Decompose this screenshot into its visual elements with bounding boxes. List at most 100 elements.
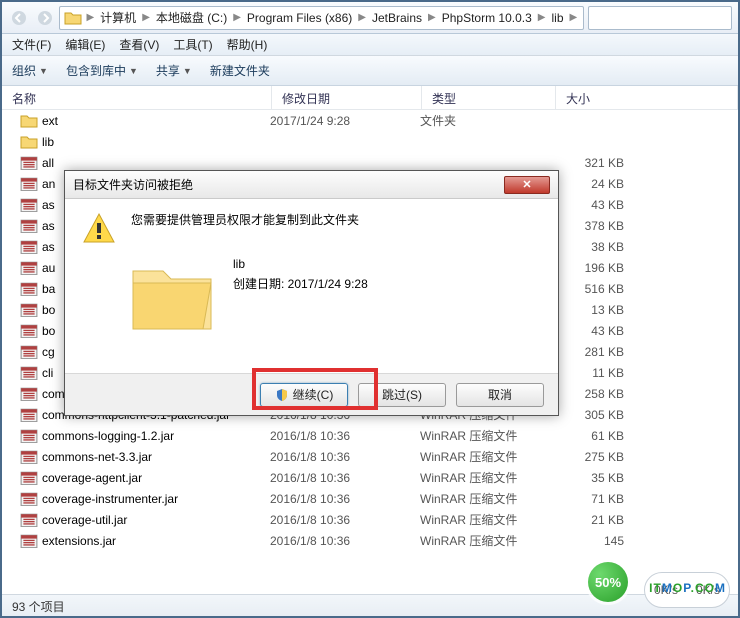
file-size: 21 KB (554, 513, 624, 527)
file-type: WinRAR 压缩文件 (420, 448, 554, 465)
table-row[interactable]: lib (2, 131, 738, 152)
uac-dialog: 目标文件夹访问被拒绝 ✕ 您需要提供管理员权限才能复制到此文件夹 lib 创建日… (64, 170, 559, 416)
archive-icon (20, 323, 38, 339)
archive-icon (20, 302, 38, 318)
menu-tools[interactable]: 工具(T) (173, 36, 212, 53)
cancel-button[interactable]: 取消 (456, 383, 544, 407)
table-row[interactable]: extensions.jar2016/1/8 10:36WinRAR 压缩文件1… (2, 530, 738, 551)
col-date[interactable]: 修改日期 (272, 86, 422, 109)
col-name[interactable]: 名称 (2, 86, 272, 109)
organize-button[interactable]: 组织 ▼ (12, 62, 48, 79)
file-date: 2016/1/8 10:36 (270, 429, 420, 443)
file-name: ext (42, 114, 270, 128)
file-type: WinRAR 压缩文件 (420, 427, 554, 444)
breadcrumb-box[interactable]: ▶计算机 ▶本地磁盘 (C:) ▶Program Files (x86) ▶Je… (59, 6, 584, 30)
archive-icon (20, 239, 38, 255)
continue-button[interactable]: 继续(C) (260, 383, 348, 407)
file-date: 2016/1/8 10:36 (270, 534, 420, 548)
toolbar: 组织 ▼ 包含到库中 ▼ 共享 ▼ 新建文件夹 (2, 56, 738, 86)
menu-help[interactable]: 帮助(H) (227, 36, 268, 53)
file-date: 2016/1/8 10:36 (270, 471, 420, 485)
file-name: commons-net-3.3.jar (42, 450, 270, 464)
dialog-message: 您需要提供管理员权限才能复制到此文件夹 (131, 211, 359, 247)
file-size: 11 KB (554, 366, 624, 380)
archive-icon (20, 407, 38, 423)
file-type: 文件夹 (420, 112, 554, 129)
file-name: coverage-instrumenter.jar (42, 492, 270, 506)
file-size: 43 KB (554, 324, 624, 338)
close-icon[interactable]: ✕ (504, 176, 550, 194)
file-name: commons-logging-1.2.jar (42, 429, 270, 443)
file-date: 2017/1/24 9:28 (270, 114, 420, 128)
archive-icon (20, 386, 38, 402)
col-type[interactable]: 类型 (422, 86, 556, 109)
archive-icon (20, 533, 38, 549)
file-size: 305 KB (554, 408, 624, 422)
dialog-titlebar[interactable]: 目标文件夹访问被拒绝 ✕ (65, 171, 558, 199)
archive-icon (20, 155, 38, 171)
table-row[interactable]: commons-net-3.3.jar2016/1/8 10:36WinRAR … (2, 446, 738, 467)
archive-icon (20, 428, 38, 444)
include-button[interactable]: 包含到库中 ▼ (66, 62, 138, 79)
table-row[interactable]: coverage-agent.jar2016/1/8 10:36WinRAR 压… (2, 467, 738, 488)
nav-forward-button[interactable] (34, 5, 56, 31)
crumb[interactable]: lib (549, 11, 565, 25)
crumb[interactable]: Program Files (x86) (245, 11, 354, 25)
archive-icon (20, 176, 38, 192)
dialog-created: 创建日期: 2017/1/24 9:28 (233, 275, 368, 292)
archive-icon (20, 260, 38, 276)
percent-badge: 50% (588, 562, 628, 602)
file-date: 2016/1/8 10:36 (270, 492, 420, 506)
crumb[interactable]: 计算机 (98, 9, 138, 26)
file-type: WinRAR 压缩文件 (420, 532, 554, 549)
file-name: all (42, 156, 270, 170)
file-size: 275 KB (554, 450, 624, 464)
file-name: coverage-agent.jar (42, 471, 270, 485)
file-name: coverage-util.jar (42, 513, 270, 527)
menu-edit[interactable]: 编辑(E) (65, 36, 105, 53)
file-size: 61 KB (554, 429, 624, 443)
file-size: 258 KB (554, 387, 624, 401)
file-name: lib (42, 135, 270, 149)
archive-icon (20, 365, 38, 381)
menu-bar: 文件(F) 编辑(E) 查看(V) 工具(T) 帮助(H) (2, 34, 738, 56)
file-size: 516 KB (554, 282, 624, 296)
file-type: WinRAR 压缩文件 (420, 490, 554, 507)
status-text: 93 个项目 (12, 600, 65, 614)
archive-icon (20, 470, 38, 486)
col-size[interactable]: 大小 (556, 86, 738, 109)
crumb[interactable]: PhpStorm 10.0.3 (440, 11, 534, 25)
file-name: extensions.jar (42, 534, 270, 548)
file-date: 2016/1/8 10:36 (270, 513, 420, 527)
file-size: 145 (554, 534, 624, 548)
folder-icon (20, 134, 38, 150)
shield-icon (275, 388, 289, 402)
file-size: 196 KB (554, 261, 624, 275)
file-size: 24 KB (554, 177, 624, 191)
folder-icon (64, 10, 82, 26)
table-row[interactable]: commons-logging-1.2.jar2016/1/8 10:36Win… (2, 425, 738, 446)
crumb[interactable]: JetBrains (370, 11, 424, 25)
table-row[interactable]: ext2017/1/24 9:28文件夹 (2, 110, 738, 131)
archive-icon (20, 218, 38, 234)
file-size: 38 KB (554, 240, 624, 254)
file-size: 43 KB (554, 198, 624, 212)
address-bar: ▶计算机 ▶本地磁盘 (C:) ▶Program Files (x86) ▶Je… (2, 2, 738, 34)
table-row[interactable]: coverage-instrumenter.jar2016/1/8 10:36W… (2, 488, 738, 509)
new-folder-button[interactable]: 新建文件夹 (210, 62, 270, 79)
archive-icon (20, 491, 38, 507)
file-date: 2016/1/8 10:36 (270, 450, 420, 464)
archive-icon (20, 449, 38, 465)
skip-button[interactable]: 跳过(S) (358, 383, 446, 407)
search-input[interactable] (588, 6, 732, 30)
table-row[interactable]: coverage-util.jar2016/1/8 10:36WinRAR 压缩… (2, 509, 738, 530)
menu-view[interactable]: 查看(V) (119, 36, 159, 53)
watermark: ITMOP.COM (649, 572, 726, 598)
menu-file[interactable]: 文件(F) (12, 36, 51, 53)
share-button[interactable]: 共享 ▼ (156, 62, 192, 79)
status-bar: 93 个项目 (2, 594, 738, 616)
crumb[interactable]: 本地磁盘 (C:) (154, 9, 229, 26)
nav-back-button[interactable] (8, 5, 30, 31)
archive-icon (20, 344, 38, 360)
warning-icon (81, 211, 117, 247)
